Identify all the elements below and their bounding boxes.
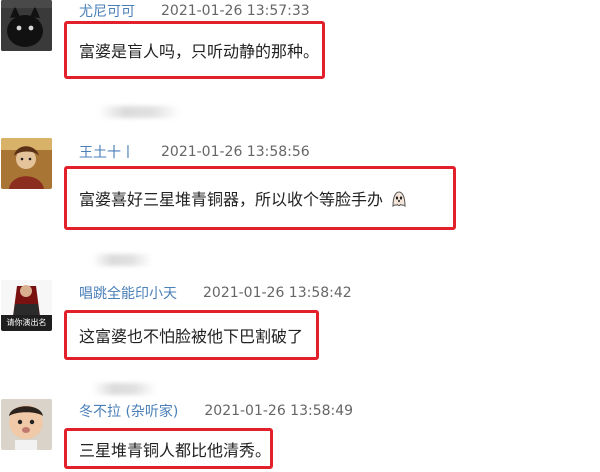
comment-meta: 冬不拉 (杂听家) 2021-01-26 13:58:49 (79, 400, 353, 422)
comment-thread: 尤尼可可 2021-01-26 13:57:33 富婆是盲人吗，只听动静的那种。… (0, 0, 600, 472)
ghost-emoji-icon (390, 190, 408, 208)
username-link[interactable]: 尤尼可可 (79, 1, 135, 21)
highlighted-comment-box: 富婆喜好三星堆青铜器，所以收个等脸手办 (64, 166, 456, 230)
highlighted-comment-box: 这富婆也不怕脸被他下巴割破了 (64, 310, 319, 360)
comment-text: 这富婆也不怕脸被他下巴割破了 (79, 327, 304, 346)
avatar[interactable] (1, 0, 52, 51)
highlighted-comment-box: 三星堆青铜人都比他清秀。 (64, 428, 273, 469)
comment-meta: 尤尼可可 2021-01-26 13:57:33 (79, 0, 310, 22)
comment-meta: 唱跳全能印小天 2021-01-26 13:58:42 (79, 282, 352, 304)
blurred-reply-preview (92, 383, 156, 395)
blurred-reply-preview (92, 254, 152, 266)
ghost-emoji-svg (392, 191, 406, 208)
comment-text: 富婆喜好三星堆青铜器，所以收个等脸手办 (79, 190, 384, 209)
avatar[interactable] (1, 138, 52, 189)
avatar[interactable] (1, 399, 52, 450)
painted-portrait-avatar-icon (1, 138, 52, 189)
timestamp: 2021-01-26 13:58:56 (161, 144, 310, 160)
comment-item: 王土十丨 2021-01-26 13:58:56 富婆喜好三星堆青铜器，所以收个… (0, 138, 600, 238)
comment-item: 冬不拉 (杂听家) 2021-01-26 13:58:49 三星堆青铜人都比他清… (0, 399, 600, 472)
black-cat-avatar-icon (1, 0, 52, 51)
comment-text: 富婆是盲人吗，只听动静的那种。 (79, 42, 320, 61)
timestamp: 2021-01-26 13:57:33 (161, 3, 310, 19)
comment-text: 三星堆青铜人都比他清秀。 (79, 440, 272, 460)
username-link[interactable]: 唱跳全能印小天 (79, 283, 177, 303)
comment-text-wrap: 富婆喜好三星堆青铜器，所以收个等脸手办 (79, 186, 408, 210)
timestamp: 2021-01-26 13:58:42 (203, 285, 352, 301)
username-link[interactable]: 冬不拉 (杂听家) (79, 401, 178, 421)
avatar[interactable]: 请你演出名 (1, 280, 52, 331)
avatar-caption: 请你演出名 (6, 318, 47, 327)
comment-item: 请你演出名 唱跳全能印小天 2021-01-26 13:58:42 这富婆也不怕… (0, 280, 600, 370)
comment-meta: 王土十丨 2021-01-26 13:58:56 (79, 141, 310, 163)
highlighted-comment-box: 富婆是盲人吗，只听动静的那种。 (64, 21, 325, 79)
username-link[interactable]: 王土十丨 (79, 142, 135, 162)
timestamp: 2021-01-26 13:58:49 (204, 403, 354, 419)
blurred-reply-preview (98, 106, 180, 118)
comment-item: 尤尼可可 2021-01-26 13:57:33 富婆是盲人吗，只听动静的那种。 (0, 0, 600, 90)
toddler-avatar-icon (1, 399, 52, 450)
